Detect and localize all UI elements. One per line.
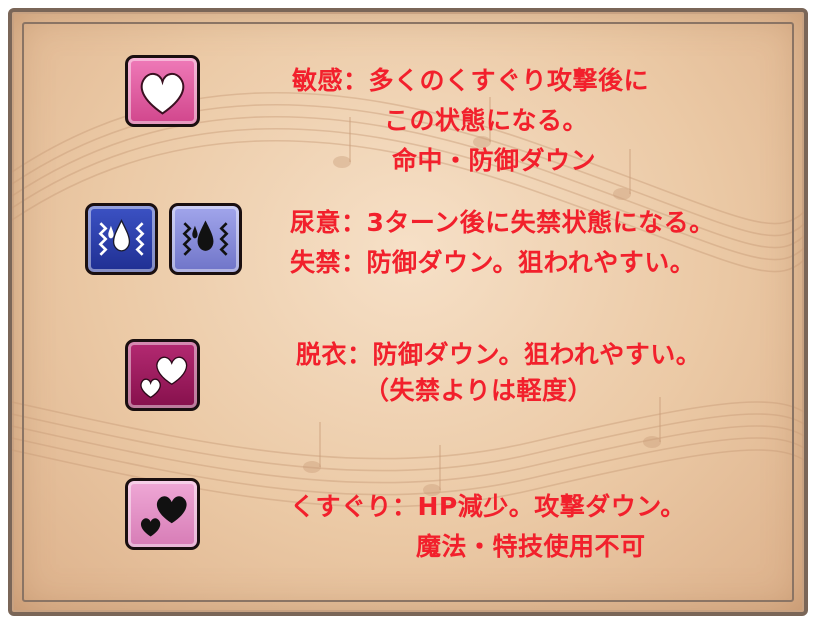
entry-3-line-1: 脱衣：防御ダウン。狙われやすい。 <box>296 340 702 369</box>
white-hearts-icon <box>125 339 200 411</box>
urine-drops-icon <box>85 203 158 275</box>
entry-2-line-2: 失禁：防御ダウン。狙われやすい。 <box>290 248 696 277</box>
entry-2-line-1: 尿意：3ターン後に失禁状態になる。 <box>290 208 715 237</box>
entry-1-line-1: 敏感：多くのくすぐり攻撃後に <box>292 66 650 95</box>
entry-4-line-1: くすぐり：HP減少。攻撃ダウン。 <box>290 492 686 521</box>
black-hearts-icon <box>125 478 200 550</box>
incontinence-drops-icon <box>169 203 242 275</box>
status-help-page: 敏感：多くのくすぐり攻撃後に この状態になる。 命中・防御ダウン 尿意：3ターン… <box>0 0 816 624</box>
pink-heart-icon <box>125 55 200 127</box>
entry-4-line-2: 魔法・特技使用不可 <box>416 532 646 561</box>
entry-1-line-3: 命中・防御ダウン <box>392 146 597 175</box>
entry-1-line-2: この状態になる。 <box>384 106 589 135</box>
entry-3-line-2: （失禁よりは軽度） <box>364 376 594 405</box>
